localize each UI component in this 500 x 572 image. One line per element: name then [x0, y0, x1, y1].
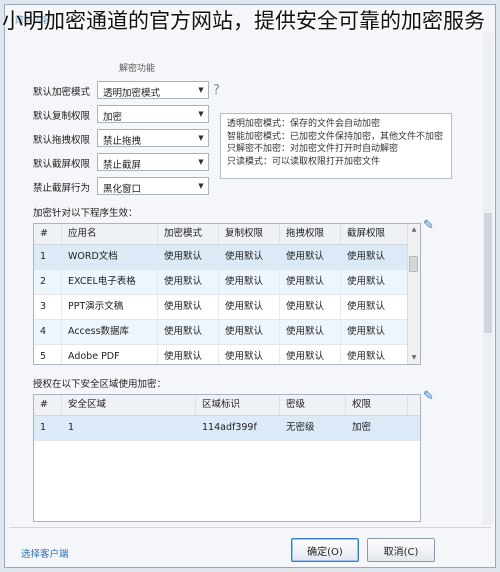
chevron-down-icon[interactable]: ▼	[194, 106, 208, 122]
select-client-link[interactable]: 选择客户端	[21, 546, 69, 560]
scroll-thumb[interactable]	[409, 256, 418, 272]
table-cell: 1	[34, 416, 62, 440]
chevron-down-icon[interactable]: ▼	[194, 82, 208, 98]
table-row[interactable]: 1 WORD文档 使用默认 使用默认 使用默认 使用默认	[34, 245, 420, 270]
table-cell: 4	[34, 320, 62, 344]
table-cell: 使用默认	[158, 320, 219, 344]
column-header[interactable]: 复制权限	[219, 224, 280, 244]
column-header[interactable]: 加密模式	[158, 224, 219, 244]
select-value: 禁止拖拽	[103, 136, 142, 147]
table-cell: 3	[34, 295, 62, 319]
scroll-up-icon[interactable]: ▲	[408, 224, 420, 236]
select-value: 黑化窗口	[103, 184, 142, 195]
description-line: 只解密不加密：对加密文件打开时自动解密	[227, 144, 399, 154]
pencil-icon[interactable]: ✎	[423, 389, 434, 404]
table-cell: 114adf399f	[196, 416, 280, 440]
table-cell: PPT演示文稿	[62, 295, 158, 319]
table-cell: 使用默认	[280, 345, 341, 364]
select-value: 禁止截屏	[103, 160, 142, 171]
table-cell: Access数据库	[62, 320, 158, 344]
table-cell: 无密级	[280, 416, 346, 440]
table-row[interactable]: 5 Adobe PDF 使用默认 使用默认 使用默认 使用默认	[34, 345, 420, 364]
table-scrollbar[interactable]: ▲ ▼	[407, 224, 420, 364]
encrypt-mode-select[interactable]: 透明加密模式 ▼	[97, 81, 209, 99]
table-cell: 使用默认	[158, 345, 219, 364]
table-cell: 1	[62, 416, 196, 440]
table-cell: Adobe PDF	[62, 345, 158, 364]
table-cell: 使用默认	[341, 245, 409, 269]
column-header[interactable]: 截屏权限	[341, 224, 409, 244]
chevron-down-icon[interactable]: ▼	[194, 130, 208, 146]
table-cell: 使用默认	[219, 320, 280, 344]
setting-label: 默认加密模式	[33, 87, 91, 98]
column-header[interactable]: 权限	[346, 395, 408, 415]
column-header[interactable]: 区域标识	[196, 395, 280, 415]
table-cell: 使用默认	[280, 320, 341, 344]
setting-label: 默认拖拽权限	[33, 135, 91, 146]
overlay-caption: 小明加密通道的官方网站，提供安全可靠的加密服务	[2, 9, 485, 33]
table-row[interactable]: 3 PPT演示文稿 使用默认 使用默认 使用默认 使用默认	[34, 295, 420, 320]
areas-section-label: 授权在以下安全区域使用加密：	[33, 379, 167, 390]
table-cell: 使用默认	[219, 245, 280, 269]
cancel-button[interactable]: 取消(C)	[367, 538, 435, 562]
table-cell: EXCEL电子表格	[62, 270, 158, 294]
table-cell: 使用默认	[158, 295, 219, 319]
ok-button[interactable]: 确定(O)	[291, 538, 359, 562]
dialog-scrollbar[interactable]	[483, 33, 493, 525]
table-cell: WORD文档	[62, 245, 158, 269]
column-header[interactable]: #	[34, 395, 62, 415]
table-cell: 加密	[346, 416, 408, 440]
table-cell: 使用默认	[219, 345, 280, 364]
chevron-down-icon[interactable]: ▼	[194, 154, 208, 170]
footer-divider	[9, 527, 491, 528]
description-line: 只读模式：可以读取权限打开加密文件	[227, 156, 381, 167]
column-header[interactable]: 应用名	[62, 224, 158, 244]
table-cell: 2	[34, 270, 62, 294]
areas-table: # 安全区域 区域标识 密级 权限 1 1 114adf399f 无密级 加密	[33, 394, 421, 522]
tab-decrypt-function[interactable]: 解密功能	[119, 61, 155, 74]
table-row[interactable]: 1 1 114adf399f 无密级 加密	[34, 416, 420, 441]
pencil-icon[interactable]: ✎	[423, 218, 434, 233]
setting-label: 默认截屏权限	[33, 159, 91, 170]
drag-permission-select[interactable]: 禁止拖拽 ▼	[97, 129, 209, 147]
column-header[interactable]: #	[34, 224, 62, 244]
table-row[interactable]: 2 EXCEL电子表格 使用默认 使用默认 使用默认 使用默认	[34, 270, 420, 295]
setting-label: 禁止截屏行为	[33, 183, 91, 194]
table-cell: 1	[34, 245, 62, 269]
table-header: # 安全区域 区域标识 密级 权限	[34, 395, 420, 416]
table-cell: 使用默认	[341, 295, 409, 319]
help-icon[interactable]: ?	[213, 83, 220, 98]
screenshot-behavior-select[interactable]: 黑化窗口 ▼	[97, 177, 209, 195]
table-cell: 使用默认	[341, 270, 409, 294]
programs-table: # 应用名 加密模式 复制权限 拖拽权限 截屏权限 1 WORD文档 使用默认 …	[33, 223, 421, 365]
table-cell: 使用默认	[219, 295, 280, 319]
table-cell: 使用默认	[219, 270, 280, 294]
table-cell: 使用默认	[341, 345, 409, 364]
policy-dialog: 策略内容 解密功能 默认加密模式 透明加密模式 ▼ 默认复制权限 加密 ▼ 默认…	[4, 4, 496, 568]
setting-label: 默认复制权限	[33, 111, 91, 122]
table-cell: 5	[34, 345, 62, 364]
scroll-thumb[interactable]	[484, 213, 492, 333]
table-cell: 使用默认	[280, 270, 341, 294]
screenshot-permission-select[interactable]: 禁止截屏 ▼	[97, 153, 209, 171]
select-value: 加密	[103, 112, 123, 123]
description-line: 智能加密模式：已加密文件保持加密，其他文件不加密	[227, 131, 444, 142]
copy-permission-select[interactable]: 加密 ▼	[97, 105, 209, 123]
programs-section-label: 加密针对以下程序生效：	[33, 208, 138, 219]
mode-description-box: 透明加密模式：保存的文件会自动加密 智能加密模式：已加密文件保持加密，其他文件不…	[220, 113, 452, 179]
table-cell: 使用默认	[341, 320, 409, 344]
scroll-down-icon[interactable]: ▼	[408, 352, 420, 364]
table-cell: 使用默认	[280, 295, 341, 319]
column-header[interactable]: 密级	[280, 395, 346, 415]
table-row[interactable]: 4 Access数据库 使用默认 使用默认 使用默认 使用默认	[34, 320, 420, 345]
chevron-down-icon[interactable]: ▼	[194, 178, 208, 194]
table-cell: 使用默认	[158, 270, 219, 294]
description-line: 透明加密模式：保存的文件会自动加密	[227, 119, 381, 129]
table-header: # 应用名 加密模式 复制权限 拖拽权限 截屏权限	[34, 224, 420, 245]
table-cell: 使用默认	[158, 245, 219, 269]
table-cell: 使用默认	[280, 245, 341, 269]
select-value: 透明加密模式	[103, 88, 161, 99]
column-header[interactable]: 安全区域	[62, 395, 196, 415]
column-header[interactable]: 拖拽权限	[280, 224, 341, 244]
